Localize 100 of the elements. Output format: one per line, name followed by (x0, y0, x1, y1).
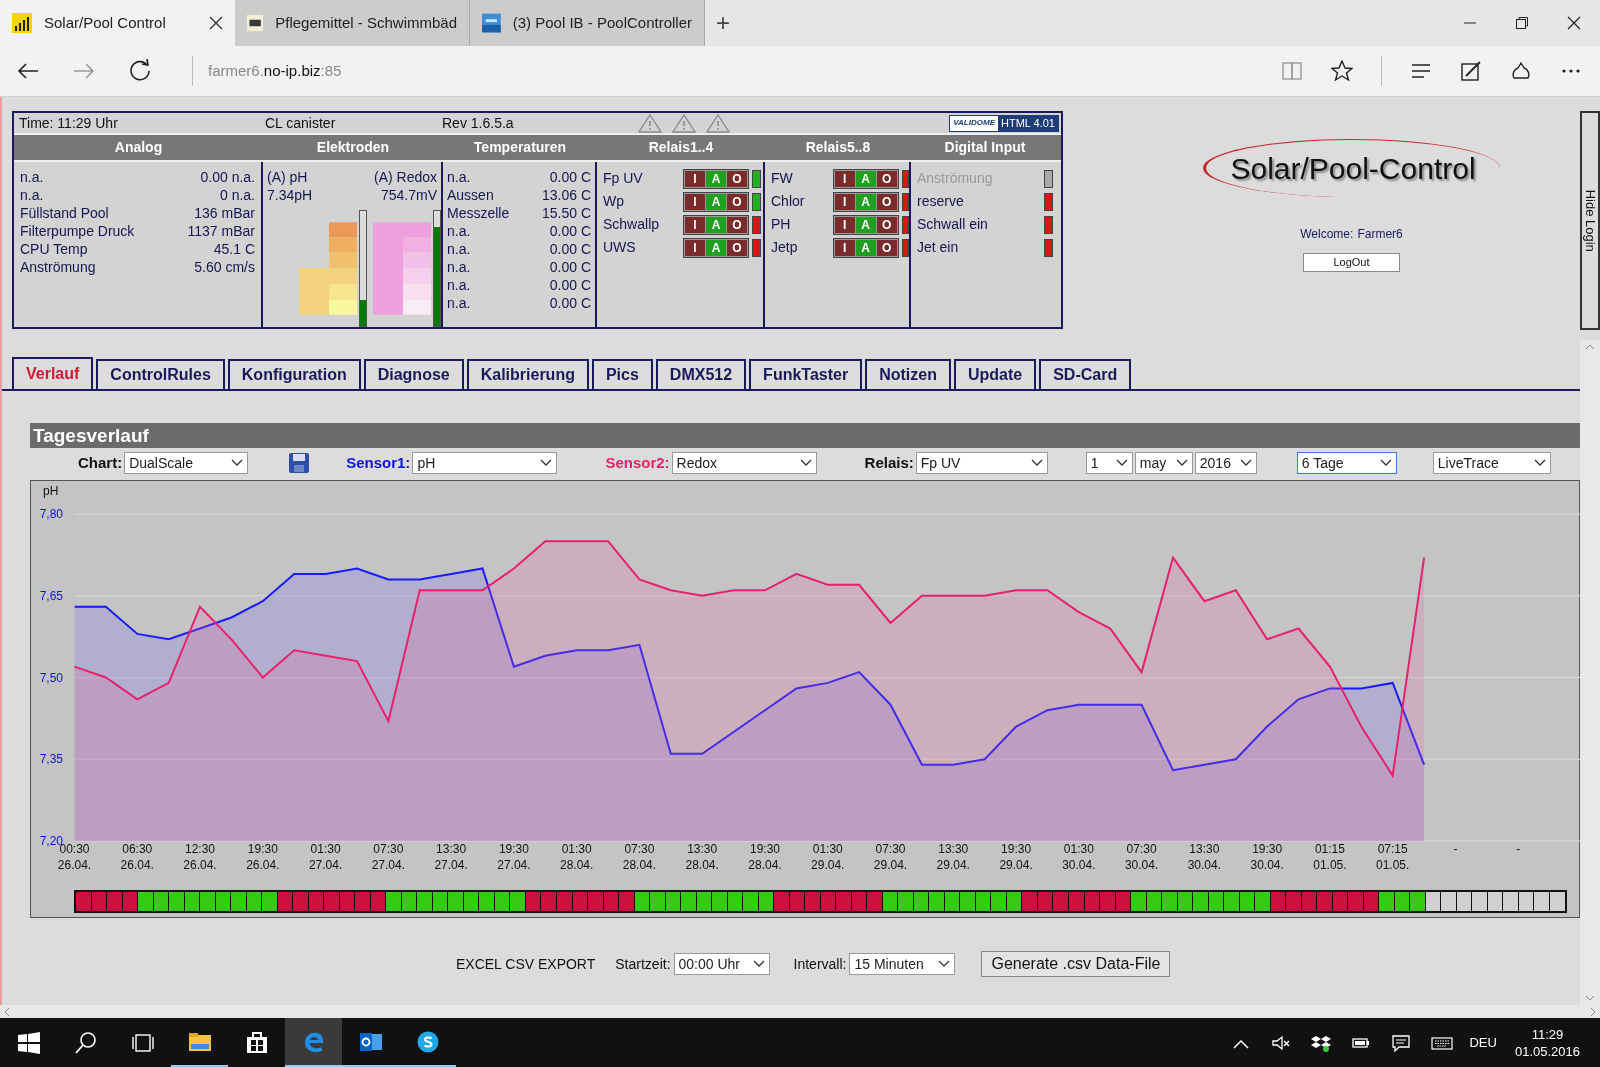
page-tab[interactable]: SD-Card (1039, 359, 1132, 389)
analog-label: n.a. (20, 168, 44, 186)
dropdown[interactable]: may (1134, 452, 1193, 474)
page-tab[interactable]: Update (953, 359, 1037, 389)
mode-button[interactable]: O (727, 193, 747, 210)
save-icon[interactable] (288, 452, 311, 474)
language-indicator[interactable]: DEU (1469, 1032, 1497, 1053)
relay-name: Fp UV (603, 169, 644, 188)
close-icon[interactable] (1567, 16, 1581, 30)
windows-icon[interactable] (16, 1030, 41, 1055)
mode-button[interactable]: O (876, 239, 897, 256)
mode-button[interactable]: O (727, 239, 747, 256)
bell-icon[interactable] (1510, 60, 1532, 82)
dropdown[interactable]: LiveTrace (1432, 452, 1551, 474)
tick-label: 7,35 (39, 752, 63, 767)
tick-label: 19:30 26.04. (246, 842, 280, 872)
mode-button[interactable]: I (685, 193, 705, 210)
dropdown[interactable]: 1 (1085, 452, 1133, 474)
column-heading: Relais5..8 (804, 138, 872, 157)
chevron-icon (938, 960, 951, 968)
dropdown[interactable]: 6 Tage (1296, 452, 1397, 474)
generate-button[interactable]: Generate .csv Data-File (981, 951, 1171, 977)
bag-icon (244, 1029, 269, 1054)
analog-label: Filterpumpe Druck (20, 222, 135, 240)
mode-button[interactable]: I (834, 170, 855, 187)
device-name: CL canister (265, 113, 337, 133)
scroll-right-icon[interactable] (1590, 1006, 1596, 1017)
dropdown[interactable]: 15 Minuten (849, 953, 956, 975)
mode-button[interactable]: I (685, 239, 705, 256)
tick-label: 06:30 26.04. (120, 842, 154, 872)
browser-tab[interactable]: Pflegemittel - Schwimmbäd (235, 0, 470, 46)
dropdown[interactable]: Fp UV (915, 452, 1048, 474)
vertical-scrollbar[interactable] (1580, 340, 1600, 1005)
mode-button[interactable]: I (685, 216, 705, 233)
page-tab[interactable]: DMX512 (655, 359, 747, 389)
scroll-up-icon[interactable] (1585, 344, 1595, 350)
relay-name: Wp (603, 192, 625, 211)
chevron-icon (799, 459, 812, 467)
restore-icon[interactable] (1515, 16, 1529, 30)
search-icon[interactable] (73, 1030, 98, 1055)
scroll-left-icon[interactable] (4, 1006, 10, 1017)
browser-tab[interactable]: (3) Pool IB - PoolController (470, 0, 705, 46)
clock-time[interactable]: 11:29 (1531, 1025, 1564, 1043)
revision-text: Rev 1.6.5.a (442, 113, 515, 133)
tick-label: 7,80 (39, 507, 63, 521)
mode-button[interactable]: I (834, 239, 855, 256)
mode-button[interactable]: O (876, 193, 897, 210)
column-heading: Analog (113, 138, 164, 157)
column-heading: Elektroden (315, 138, 391, 157)
chevron-icon (1533, 459, 1546, 467)
tick-label: 01:15 01.05. (1313, 842, 1347, 872)
mode-button[interactable]: I (834, 216, 855, 233)
mode-button[interactable]: I (685, 170, 705, 187)
temperature-label: Aussen (447, 186, 494, 204)
horizontal-scrollbar[interactable] (0, 1005, 1600, 1018)
dropdown[interactable]: Redox (671, 452, 817, 474)
new-tab-button[interactable]: + (705, 0, 741, 46)
analog-label: n.a. (20, 186, 44, 204)
relay-name: Jetp (771, 238, 799, 257)
forward-icon[interactable] (72, 61, 96, 81)
refresh-icon[interactable] (128, 59, 152, 83)
mode-button[interactable]: O (876, 216, 897, 233)
clock-date[interactable]: 01.05.2016 (1514, 1042, 1580, 1060)
pen-icon[interactable] (1460, 60, 1482, 82)
chevron-icon (231, 459, 244, 467)
relay-name: UWS (603, 238, 637, 257)
mode-button[interactable]: O (727, 170, 747, 187)
dropdown[interactable]: DualScale (124, 452, 249, 474)
close-icon[interactable] (209, 16, 223, 30)
analog-label: Füllstand Pool (20, 204, 109, 222)
dropdown[interactable]: 00:00 Uhr (673, 953, 770, 975)
tick-label: 19:30 29.04. (999, 842, 1033, 872)
electrode-reading: 7.34pH (267, 186, 313, 204)
mode-button[interactable]: O (727, 216, 747, 233)
page-tab[interactable]: Notizen (865, 359, 951, 389)
page-tab[interactable]: Verlauf (12, 357, 94, 389)
dropdown[interactable]: pH (412, 452, 558, 474)
mode-button[interactable]: I (834, 193, 855, 210)
mode-button[interactable]: O (876, 170, 897, 187)
page-tab[interactable]: ControlRules (96, 359, 225, 389)
tick-label: 13:30 30.04. (1187, 842, 1222, 872)
dropdown[interactable]: 2016 (1194, 452, 1257, 474)
warning-icon (672, 113, 696, 133)
logout-button[interactable]: LogOut (1303, 253, 1400, 272)
page-tab[interactable]: Diagnose (363, 359, 464, 389)
taskbar-button[interactable] (285, 1018, 342, 1067)
page-tab[interactable]: Pics (591, 359, 653, 389)
page-tab[interactable]: Kalibrierung (466, 359, 589, 389)
validator-badge[interactable]: VALIDOME HTML 4.01 (949, 114, 1059, 132)
scroll-down-icon[interactable] (1585, 995, 1595, 1001)
page-tab[interactable]: FunkTaster (749, 359, 863, 389)
page-tab[interactable]: Konfiguration (227, 359, 361, 389)
back-icon[interactable] (16, 61, 40, 81)
hide-login-tab[interactable]: Hide Login (1580, 111, 1600, 330)
field-label: Startzeit: (615, 954, 671, 974)
star-icon[interactable] (1331, 60, 1353, 82)
analog-value: 1137 mBar (187, 222, 255, 240)
browser-tab[interactable]: Solar/Pool Control (0, 0, 235, 46)
tick-label: 01:30 29.04. (811, 842, 845, 872)
time-text: Time: 11:29 Uhr (19, 113, 119, 133)
